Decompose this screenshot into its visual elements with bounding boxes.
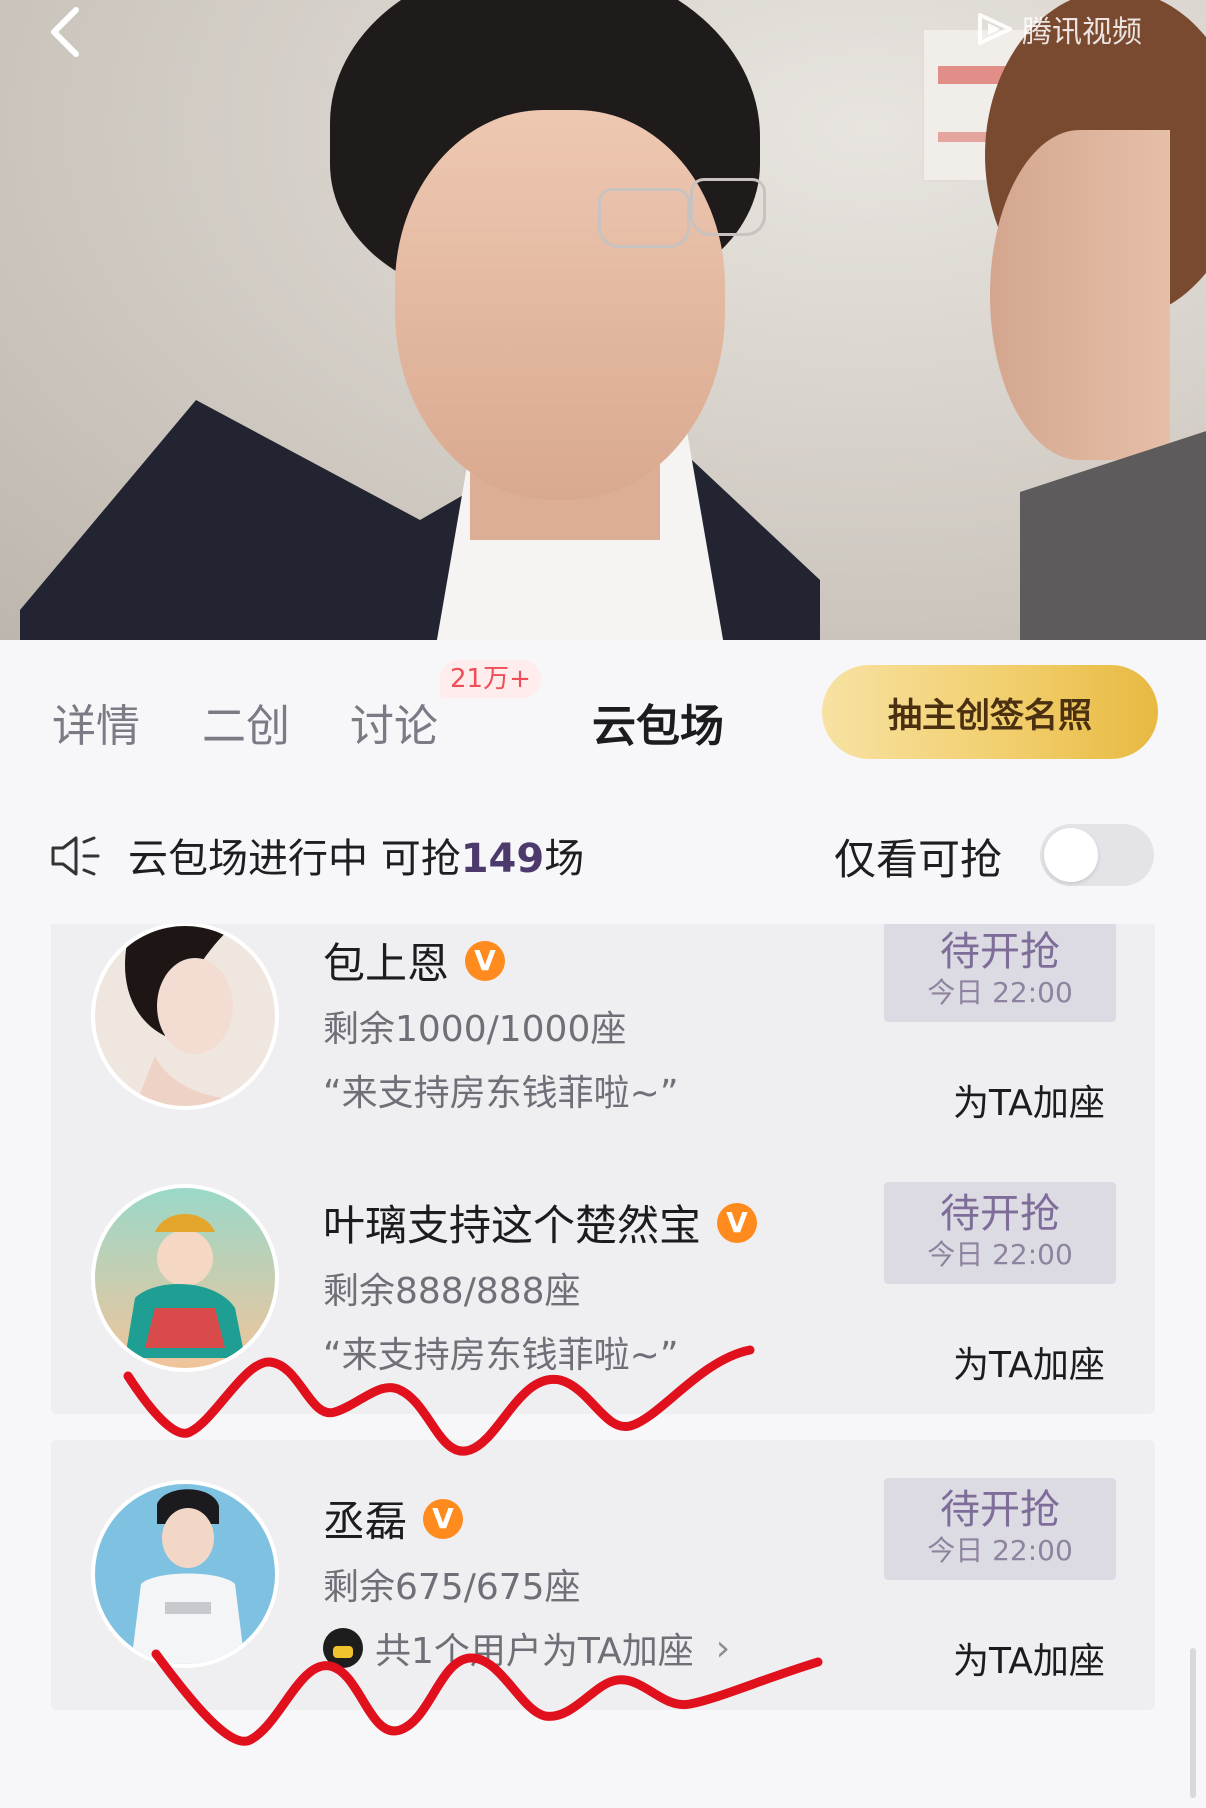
screening-list[interactable]: 包上恩 V 剩余1000/1000座 “来支持房东钱菲啦~” 待开抢 今日 22:… <box>0 924 1206 1808</box>
tencent-video-logo-icon <box>978 13 1012 45</box>
watermark-text: 腾讯视频 <box>1022 15 1142 50</box>
only-available-toggle[interactable] <box>1040 824 1154 886</box>
supporters-text: 共1个用户为TA加座 <box>375 1631 694 1672</box>
seat-count: 剩余888/888座 <box>323 1271 581 1312</box>
status-label: 待开抢 <box>940 1487 1060 1533</box>
creator-name-text: 叶璃支持这个楚然宝 <box>323 1201 702 1250</box>
tab-remix[interactable]: 二创 <box>202 690 290 754</box>
verified-v-icon: V <box>717 1202 758 1243</box>
chevron-right-icon: › <box>715 1627 731 1669</box>
discussion-count-badge: 21万+ <box>440 660 541 698</box>
toggle-knob <box>1044 828 1098 882</box>
avatar[interactable] <box>91 924 279 1110</box>
screening-status-text: 云包场进行中 可抢149场 <box>128 826 584 884</box>
status-label: 待开抢 <box>940 929 1060 975</box>
status-suffix: 场 <box>544 836 585 882</box>
chevron-left-icon <box>51 7 79 57</box>
tab-cloud-screening[interactable]: 云包场 <box>592 690 724 754</box>
verified-v-icon: V <box>465 940 506 981</box>
screening-card[interactable]: 叶璃支持这个楚然宝 V 剩余888/888座 “来支持房东钱菲啦~” 待开抢 今日… <box>51 1144 1155 1414</box>
video-frame-glasses <box>598 188 690 248</box>
avatar[interactable] <box>91 1480 279 1668</box>
video-frame-glasses <box>690 178 766 236</box>
scrollbar[interactable] <box>1190 1648 1196 1798</box>
verified-v-icon: V <box>423 1498 464 1539</box>
avatar[interactable] <box>91 1184 279 1372</box>
available-count: 149 <box>460 836 545 882</box>
creator-name: 叶璃支持这个楚然宝 V <box>323 1192 758 1253</box>
signed-photo-lottery-button[interactable]: 抽主创签名照 <box>822 665 1158 759</box>
tencent-video-watermark: 腾讯视频 <box>976 10 1142 50</box>
supporters-link[interactable]: 共1个用户为TA加座 › <box>323 1622 730 1674</box>
creator-name: 丞磊 V <box>323 1488 464 1549</box>
status-pending-button[interactable]: 待开抢 今日 22:00 <box>884 1182 1116 1284</box>
start-time: 今日 22:00 <box>927 1238 1073 1271</box>
tab-details[interactable]: 详情 <box>52 690 140 754</box>
start-time: 今日 22:00 <box>927 1534 1073 1567</box>
creator-name: 包上恩 V <box>323 930 506 991</box>
screening-card[interactable]: 包上恩 V 剩余1000/1000座 “来支持房东钱菲啦~” 待开抢 今日 22:… <box>51 924 1155 1154</box>
add-seat-button[interactable]: 为TA加座 <box>953 1336 1105 1388</box>
back-button[interactable] <box>46 4 94 57</box>
slogan: “来支持房东钱菲啦~” <box>323 1073 679 1114</box>
video-player[interactable]: 腾讯视频 <box>0 0 1206 640</box>
add-seat-button[interactable]: 为TA加座 <box>953 1074 1105 1126</box>
status-prefix: 云包场进行中 可抢 <box>128 836 461 882</box>
seat-count: 剩余675/675座 <box>323 1567 581 1608</box>
speaker-icon <box>51 836 100 876</box>
slogan: “来支持房东钱菲啦~” <box>323 1335 679 1376</box>
only-available-label: 仅看可抢 <box>834 835 1003 884</box>
creator-name-text: 丞磊 <box>323 1497 408 1546</box>
status-pending-button[interactable]: 待开抢 今日 22:00 <box>884 924 1116 1022</box>
add-seat-button[interactable]: 为TA加座 <box>953 1632 1105 1684</box>
start-time: 今日 22:00 <box>927 976 1073 1009</box>
qq-penguin-icon <box>323 1628 363 1668</box>
tab-discussion[interactable]: 讨论 <box>350 690 438 754</box>
screening-card[interactable]: 丞磊 V 剩余675/675座 共1个用户为TA加座 › 待开抢 今日 22:00… <box>51 1440 1155 1710</box>
status-pending-button[interactable]: 待开抢 今日 22:00 <box>884 1478 1116 1580</box>
creator-name-text: 包上恩 <box>323 939 450 988</box>
video-frame-face <box>395 110 725 500</box>
status-label: 待开抢 <box>940 1191 1060 1237</box>
seat-count: 剩余1000/1000座 <box>323 1009 627 1050</box>
video-frame-woman-face <box>990 130 1170 460</box>
